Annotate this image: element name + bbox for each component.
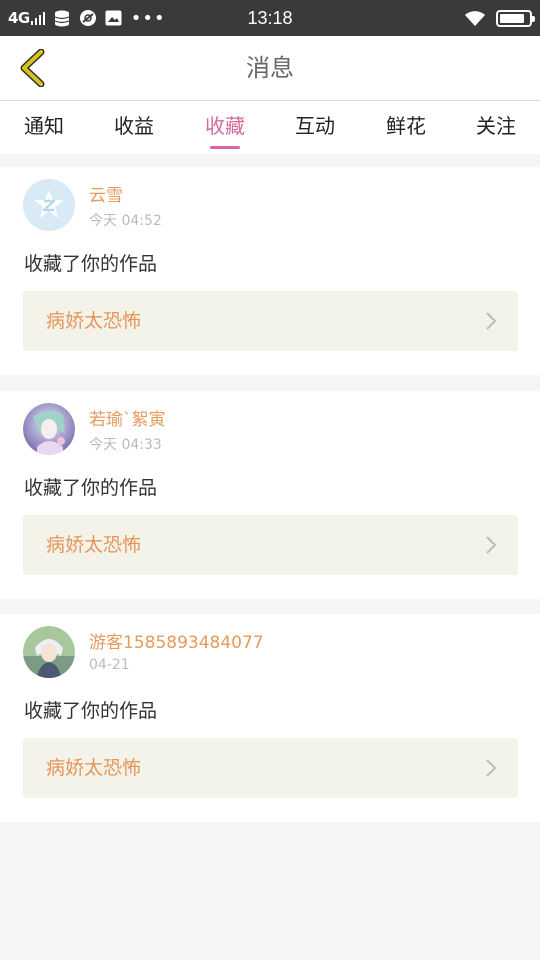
tab-label: 通知 [24, 114, 64, 138]
avatar[interactable] [23, 626, 75, 678]
notification-card: 若瑜`絮寅 今天 04:33 收藏了你的作品 病娇太恐怖 [0, 391, 540, 599]
default-avatar-icon [23, 179, 75, 231]
work-title: 病娇太恐怖 [46, 534, 142, 556]
avatar[interactable] [23, 403, 75, 455]
status-bar: 4G ••• 13:18 [0, 0, 540, 36]
active-tab-indicator [210, 146, 240, 149]
anime-avatar-icon [23, 626, 75, 678]
chevron-right-icon [486, 312, 497, 330]
avatar[interactable] [23, 179, 75, 231]
tab-label: 鲜花 [386, 114, 426, 138]
notification-time: 04-21 [89, 657, 130, 673]
tab-interactions[interactable]: 互动 [295, 101, 335, 155]
status-time: 13:18 [247, 8, 293, 28]
battery-icon [496, 9, 535, 27]
username-link[interactable]: 若瑜`絮寅 [89, 405, 166, 430]
notification-message: 收藏了你的作品 [24, 700, 158, 722]
notification-message: 收藏了你的作品 [24, 477, 158, 499]
wifi-icon [464, 10, 486, 27]
username-link[interactable]: 游客1585893484077 [89, 628, 264, 653]
tab-label: 收益 [114, 114, 154, 138]
notification-time: 今天 04:52 [89, 213, 162, 229]
page-title: 消息 [246, 54, 294, 82]
tab-notice[interactable]: 通知 [24, 101, 64, 155]
work-link[interactable]: 病娇太恐怖 [23, 291, 518, 351]
chevron-right-icon [486, 759, 497, 777]
work-link[interactable]: 病娇太恐怖 [23, 738, 518, 798]
tab-label: 关注 [476, 114, 516, 138]
tab-favorites[interactable]: 收藏 [205, 101, 245, 155]
work-title: 病娇太恐怖 [46, 310, 142, 332]
app-header: 消息 [0, 36, 540, 100]
notification-time: 今天 04:33 [89, 437, 162, 453]
tab-label: 收藏 [205, 114, 245, 138]
notification-card: 游客1585893484077 04-21 收藏了你的作品 病娇太恐怖 [0, 614, 540, 822]
tab-label: 互动 [295, 114, 335, 138]
username-link[interactable]: 云雪 [89, 181, 123, 206]
tab-earnings[interactable]: 收益 [114, 101, 154, 155]
tab-follows[interactable]: 关注 [476, 101, 516, 155]
anime-avatar-icon [23, 403, 75, 455]
tab-flowers[interactable]: 鲜花 [386, 101, 426, 155]
notification-card: 云雪 今天 04:52 收藏了你的作品 病娇太恐怖 [0, 167, 540, 375]
work-link[interactable]: 病娇太恐怖 [23, 515, 518, 575]
chevron-right-icon [486, 536, 497, 554]
notification-message: 收藏了你的作品 [24, 253, 158, 275]
work-title: 病娇太恐怖 [46, 757, 142, 779]
message-tabs: 通知 收益 收藏 互动 鲜花 关注 [0, 100, 540, 154]
status-right-group [464, 0, 535, 36]
